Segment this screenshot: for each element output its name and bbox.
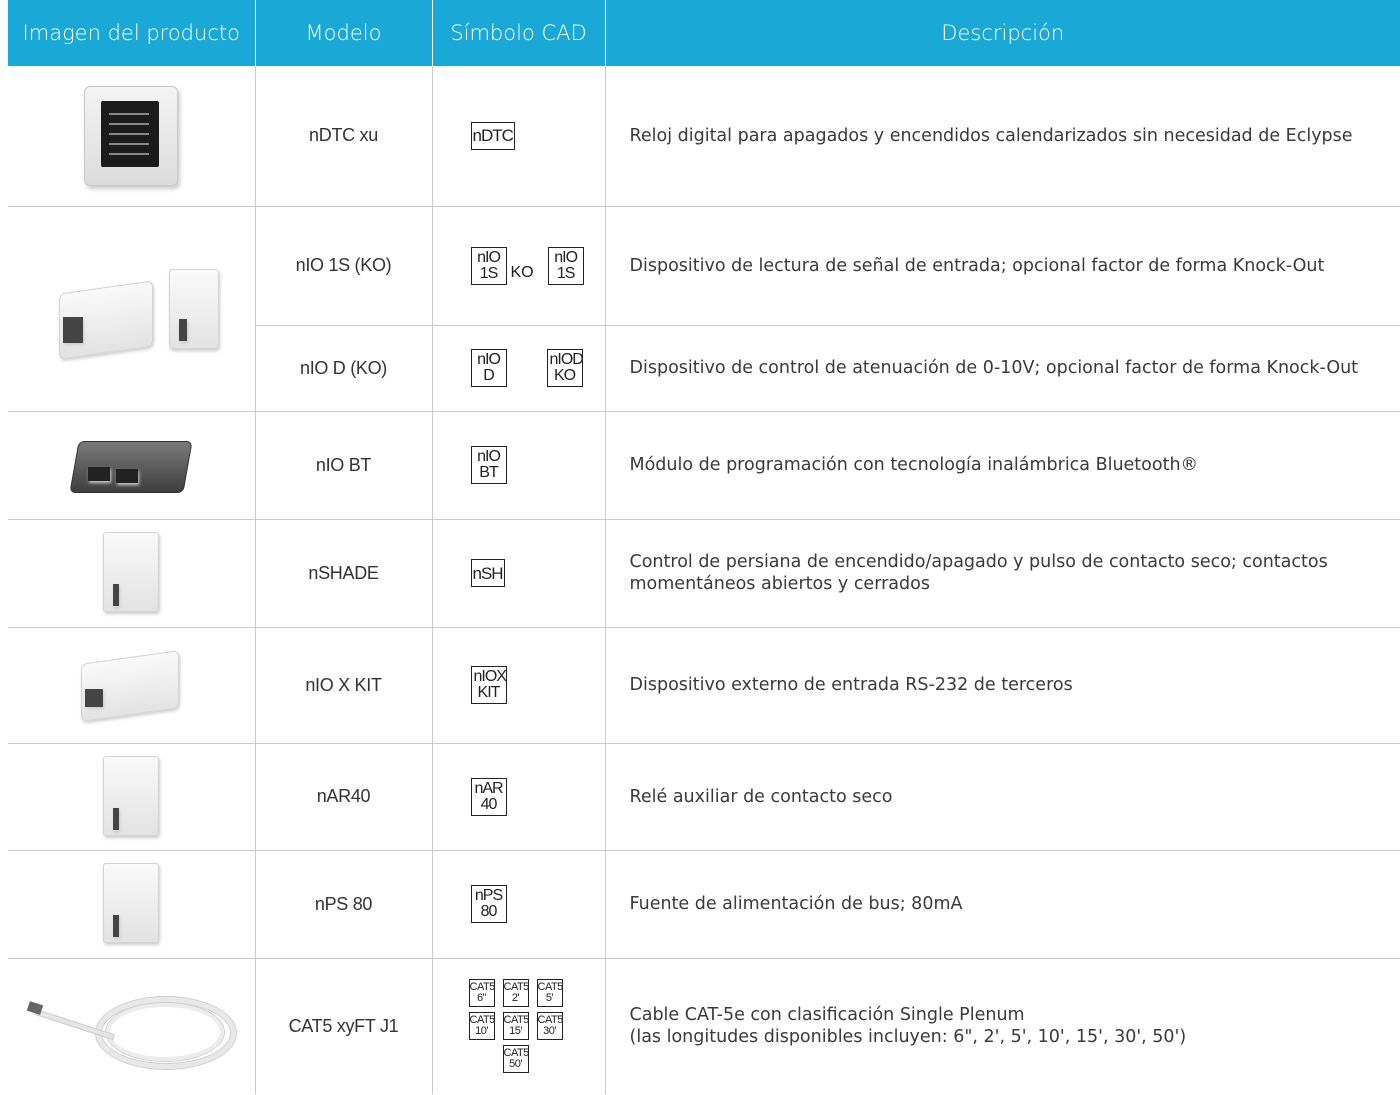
- cad-symbol: nAR 40: [470, 777, 507, 816]
- cad-cell: nIO 1S KO nIO 1S: [432, 206, 606, 326]
- model-cell: nAR40: [255, 743, 433, 851]
- product-image: [8, 850, 256, 959]
- cad-symbol: nPS 80: [470, 885, 507, 923]
- model-cell: nIO BT: [255, 411, 433, 520]
- model-cell: nIO D (KO): [255, 325, 433, 412]
- model-cell: nIO 1S (KO): [255, 206, 433, 326]
- cad-cell: nDTC: [432, 66, 606, 207]
- cad-symbol: nIOD KO: [546, 349, 584, 387]
- table-row: nIO 1S (KO) nIO 1S KO nIO 1S Dispositivo d…: [8, 206, 1400, 412]
- cad-symbol: CAT5 50': [502, 1045, 529, 1074]
- nps80-image: [91, 857, 171, 947]
- description-line: momentáneos abiertos y cerrados: [629, 574, 930, 594]
- product-image: [8, 66, 256, 207]
- product-table-page: Imagen del producto Modelo Símbolo CAD D…: [8, 0, 1400, 1094]
- table-header-row: Imagen del producto Modelo Símbolo CAD D…: [8, 0, 1400, 66]
- cad-symbol: nIO 1S: [547, 246, 584, 285]
- model-cell: nDTC xu: [255, 66, 433, 207]
- cad-symbol: nIO 1S: [470, 246, 507, 285]
- cad-symbol: nIO BT: [470, 446, 507, 484]
- nio-image: [41, 247, 221, 367]
- table-row: nSHADE nSH Control de persiana de encend…: [8, 519, 1400, 628]
- cad-symbol: nDTC: [470, 121, 515, 150]
- cad-cell: nIOX KIT: [432, 627, 606, 744]
- description-cell: Reloj digital para apagados y encendidos…: [605, 66, 1400, 207]
- cat5-cable-image: [26, 979, 237, 1070]
- table-row: nIO BT nIO BT Módulo de programación con …: [8, 411, 1400, 520]
- cad-cell: nIO BT: [432, 411, 606, 520]
- cad-cell: nPS 80: [432, 850, 606, 959]
- model-cell: nSHADE: [255, 519, 433, 628]
- description-cell: Dispositivo externo de entrada RS-232 de…: [605, 627, 1400, 744]
- product-image: [8, 519, 256, 628]
- cad-ko-label: KO: [510, 263, 534, 281]
- model-cell: CAT5 xyFT J1: [255, 958, 433, 1094]
- description-cell: Módulo de programación con tecnología in…: [605, 411, 1400, 520]
- cad-symbol: CAT5 10': [468, 1012, 495, 1041]
- cad-symbol: CAT5 5': [536, 979, 563, 1008]
- product-image: [8, 206, 256, 412]
- description-line: Control de persiana de encendido/apagado…: [629, 552, 1328, 572]
- description-cell: Dispositivo de control de atenuación de …: [605, 325, 1400, 412]
- cat5-symbol-grid: CAT5 6" CAT5 2' CAT5 5' CAT5 10' CAT5 15' CAT…: [433, 979, 605, 1074]
- cad-symbol: CAT5 2': [502, 979, 529, 1008]
- description-cell: Control de persiana de encendido/apagado…: [605, 519, 1400, 628]
- header-description: Descripción: [604, 0, 1400, 66]
- ndtc-image: [84, 85, 179, 186]
- cad-symbol: nIOX KIT: [470, 666, 507, 704]
- cad-cell: nAR 40: [432, 743, 606, 851]
- description-line: Cable CAT-5e con clasificación Single Pl…: [629, 1005, 1025, 1026]
- model-cell: nPS 80: [255, 850, 433, 959]
- description-line: (las longitudes disponibles incluyen: 6"…: [629, 1027, 1187, 1048]
- product-image: [8, 958, 256, 1094]
- header-cad: Símbolo CAD: [431, 0, 605, 66]
- cad-cell: CAT5 6" CAT5 2' CAT5 5' CAT5 10' CAT5 15' CAT…: [432, 958, 606, 1094]
- header-image: Imagen del producto: [8, 0, 255, 66]
- table-row: nAR40 nAR 40 Relé auxiliar de contacto se…: [8, 743, 1400, 851]
- model-cell: nIO X KIT: [255, 627, 433, 744]
- cad-symbol: nIO D: [470, 349, 507, 387]
- cad-cell: nSH: [432, 519, 606, 628]
- niox-image: [71, 643, 191, 723]
- cad-symbol: CAT5 15': [502, 1012, 529, 1041]
- description-cell: Dispositivo de lectura de señal de entra…: [605, 206, 1400, 326]
- cad-symbol: CAT5 30': [536, 1012, 563, 1041]
- header-model: Modelo: [254, 0, 432, 66]
- cad-symbol: nSH: [470, 559, 505, 587]
- nshade-image: [91, 526, 171, 616]
- description-cell: Relé auxiliar de contacto seco: [605, 743, 1400, 851]
- table-row: nPS 80 nPS 80 Fuente de alimentación de b…: [8, 850, 1400, 959]
- product-table: Imagen del producto Modelo Símbolo CAD D…: [8, 0, 1400, 1094]
- product-image: [8, 743, 256, 851]
- description-cell: Fuente de alimentación de bus; 80mA: [605, 850, 1400, 959]
- cad-cell: nIO D nIOD KO: [432, 325, 606, 412]
- product-image: [8, 627, 256, 744]
- nar40-image: [91, 750, 171, 840]
- table-row: nIO X KIT nIOX KIT Dispositivo externo de…: [8, 627, 1400, 744]
- table-row: nDTC xu nDTC Reloj digital para apagados…: [8, 66, 1400, 207]
- niobt-image: [66, 423, 196, 503]
- product-image: [8, 411, 256, 520]
- table-row: CAT5 xyFT J1 CAT5 6" CAT5 2' CAT5 5' CAT5 10…: [8, 958, 1400, 1094]
- description-cell: Cable CAT-5e con clasificación Single Pl…: [605, 958, 1400, 1094]
- cad-symbol: CAT5 6": [468, 979, 495, 1008]
